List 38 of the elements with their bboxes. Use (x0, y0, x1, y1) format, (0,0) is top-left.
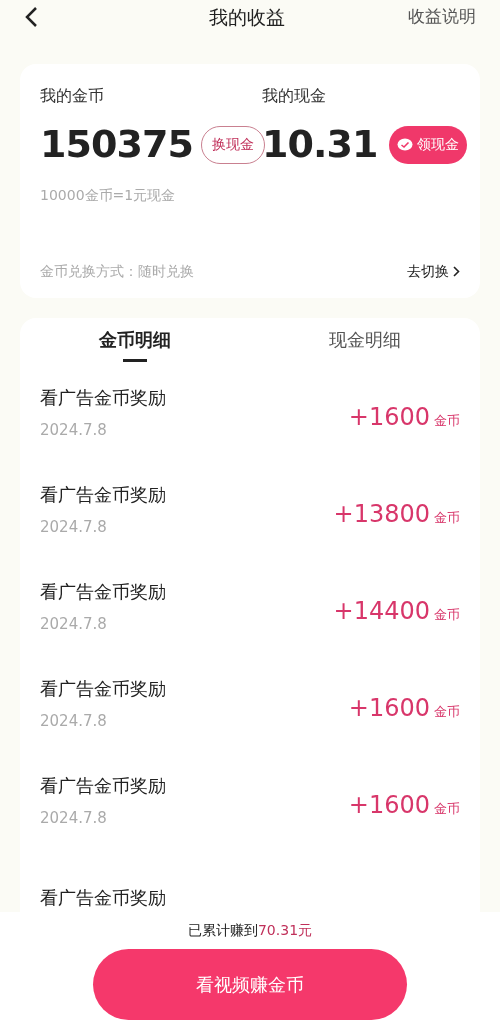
exchange-rate: 10000金币=1元现金 (40, 186, 177, 205)
exchange-method: 金币兑换方式：随时兑换 (40, 262, 194, 281)
record-date: 2024.7.8 (40, 516, 108, 538)
cash-value: 10.31 (262, 121, 378, 168)
back-icon[interactable] (24, 6, 38, 28)
record-title: 看广告金币奖励 (40, 579, 166, 604)
withdraw-button[interactable]: 领现金 (389, 125, 468, 164)
record-unit: 金币 (434, 508, 460, 527)
watch-video-button[interactable]: 看视频赚金币 (93, 949, 407, 1020)
record-unit: 金币 (434, 799, 460, 818)
record-amount: +13800 (333, 498, 430, 530)
record-date: 2024.7.8 (40, 419, 108, 441)
record-date: 2024.7.8 (40, 710, 108, 732)
earnings-info-link[interactable]: 收益说明 (408, 4, 476, 30)
coins-value: 150375 (40, 121, 193, 168)
chevron-right-icon (453, 266, 460, 277)
coins-label: 我的金币 (40, 85, 105, 107)
tab[interactable]: 现金明细 (250, 318, 480, 368)
record-unit: 金币 (434, 702, 460, 721)
total-earned: 已累计赚到70.31元 (187, 921, 313, 940)
record-date: 2024.7.8 (40, 613, 108, 635)
page-title: 我的收益 (209, 4, 285, 30)
record-title: 看广告金币奖励 (40, 385, 166, 410)
record-unit: 金币 (434, 411, 460, 430)
tab[interactable]: 金币明细 (20, 318, 250, 368)
record-title: 看广告金币奖励 (40, 886, 166, 910)
cash-label: 我的现金 (262, 85, 327, 107)
switch-link[interactable]: 去切换 (407, 261, 460, 282)
record-title: 看广告金币奖励 (40, 482, 166, 507)
record-unit: 金币 (434, 605, 460, 624)
record-amount: +1600 (348, 789, 430, 821)
record-title: 看广告金币奖励 (40, 676, 166, 701)
record-amount: +1600 (348, 401, 430, 433)
record-title: 看广告金币奖励 (40, 773, 166, 798)
record-date: 2024.7.8 (40, 807, 108, 829)
record-amount: +14400 (333, 595, 430, 627)
chat-bubble-icon (397, 137, 414, 152)
record-amount: +1600 (348, 692, 430, 724)
